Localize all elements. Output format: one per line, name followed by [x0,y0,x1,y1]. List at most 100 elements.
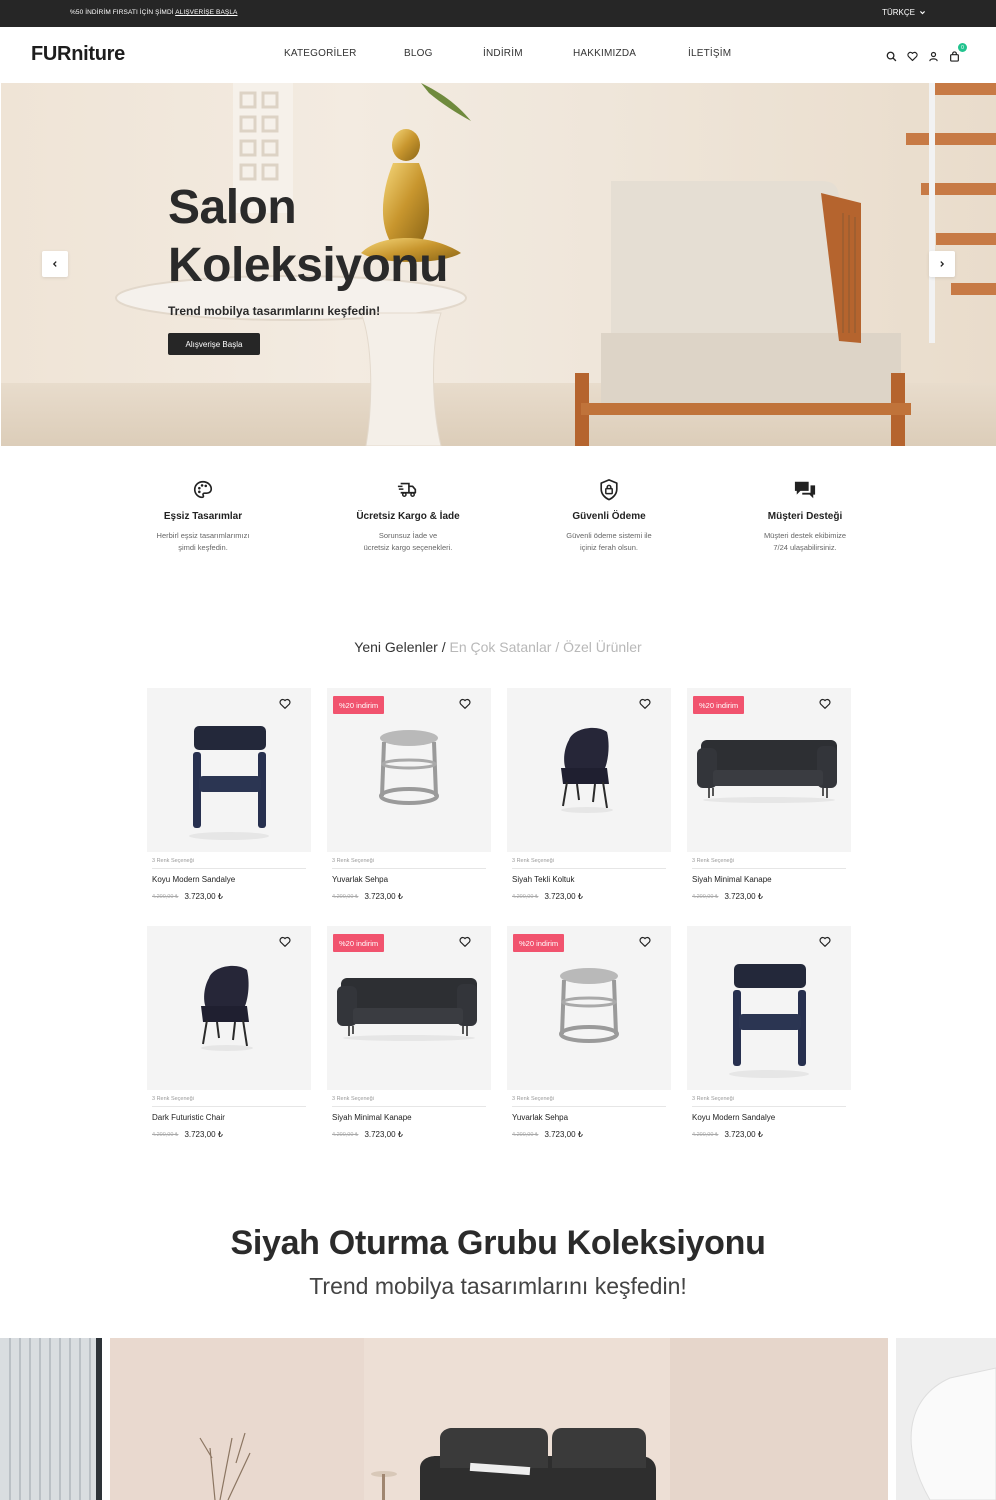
wishlist-heart-icon[interactable] [819,936,831,948]
tab-new-arrivals[interactable]: Yeni Gelenler [354,639,438,655]
feature-title: Eşsiz Tasarımlar [163,511,243,522]
product-image[interactable]: %20 indirim [327,688,491,852]
cart-button[interactable]: 0 [947,43,967,64]
product-card[interactable]: 3 Renk Seçeneği Koyu Modern Sandalye 4.200… [147,688,311,908]
wishlist-heart-icon[interactable] [279,698,291,710]
product-name[interactable]: Siyah Tekli Koltuk [507,875,671,884]
chevron-left-icon [52,261,57,267]
product-image[interactable]: %20 indirim [687,688,851,852]
tab-special-products[interactable]: Özel Ürünler [563,639,642,655]
hero-subtitle: Trend mobilya tasarımlarını keşfedin! [168,304,381,318]
divider [512,868,666,869]
heart-icon [907,51,918,62]
nav-item-contact[interactable]: İLETİŞİM [688,48,731,59]
current-price: 3.723,00 ₺ [184,1130,223,1139]
chevron-right-icon [940,261,945,267]
product-image[interactable] [687,926,851,1090]
header-actions: 0 [884,43,967,64]
old-price: 4.200,00 ₺ [152,1131,179,1138]
logo[interactable]: FURniture [31,43,125,66]
discount-badge: %20 indirim [513,934,565,952]
product-name[interactable]: Siyah Minimal Kanape [327,1113,491,1122]
feature-title: Ücretsiz Kargo & İade [356,511,460,522]
wishlist-heart-icon[interactable] [459,936,471,948]
product-name[interactable]: Dark Futuristic Chair [147,1113,311,1122]
hero-title-line1: Salon [168,181,297,234]
product-card[interactable]: 3 Renk Seçeneği Dark Futuristic Chair 4.20… [147,926,311,1146]
old-price: 4.200,00 ₺ [512,893,539,900]
product-image[interactable] [507,688,671,852]
product-name[interactable]: Koyu Modern Sandalye [687,1113,851,1122]
product-name[interactable]: Siyah Minimal Kanape [687,875,851,884]
product-name[interactable]: Yuvarlak Sehpa [507,1113,671,1122]
collection-title: Siyah Oturma Grubu Koleksiyonu [230,1224,766,1262]
price-row: 4.200,00 ₺ 3.723,00 ₺ [147,892,311,901]
color-options-label: 3 Renk Seçeneği [152,1096,194,1102]
wishlist-heart-icon[interactable] [639,698,651,710]
user-icon [929,51,938,62]
product-card[interactable]: %20 indirim 3 Renk Seçeneği Siyah Minimal … [687,688,851,908]
current-price: 3.723,00 ₺ [184,892,223,901]
product-name[interactable]: Koyu Modern Sandalye [147,875,311,884]
product-card[interactable]: 3 Renk Seçeneği Siyah Tekli Koltuk 4.200,0… [507,688,671,908]
search-button[interactable] [884,49,899,64]
wishlist-heart-icon[interactable] [279,936,291,948]
product-card[interactable]: %20 indirim 3 Renk Seçeneği Yuvarlak Sehpa… [327,688,491,908]
wishlist-heart-icon[interactable] [819,698,831,710]
slider-prev-button[interactable] [42,251,68,277]
discount-badge: %20 indirim [333,696,385,714]
color-options-label: 3 Renk Seçeneği [332,858,374,864]
product-image[interactable]: %20 indirim [327,926,491,1090]
wishlist-button[interactable] [905,49,920,64]
announcement-bar: %50 İNDİRİM FIRSATI İÇİN ŞİMDİ ALIŞVERİŞ… [0,0,996,27]
chevron-down-icon [920,11,925,15]
old-price: 4.200,00 ₺ [692,1131,719,1138]
wishlist-heart-icon[interactable] [639,936,651,948]
wishlist-heart-icon[interactable] [459,698,471,710]
slider-next-button[interactable] [929,251,955,277]
feature-desc-line2: içiniz ferah olsun. [580,543,638,552]
color-options-label: 3 Renk Seçeneği [512,858,554,864]
color-options-label: 3 Renk Seçeneği [692,1096,734,1102]
feature-desc-line2: şimdi keşfedin. [178,543,228,552]
feature-customer-support: Müşteri Desteği Müşteri destek ekibimize… [725,478,885,554]
account-button[interactable] [926,49,941,64]
nav-item-discount[interactable]: İNDİRİM [483,48,523,59]
truck-icon [397,482,417,497]
old-price: 4.200,00 ₺ [332,893,359,900]
cart-count-badge: 0 [958,43,967,52]
tab-best-sellers[interactable]: En Çok Satanlar [450,639,552,655]
feature-desc: Sorunsuz İade ve ücretsiz kargo seçenekle… [328,530,488,554]
product-image[interactable] [147,926,311,1090]
product-card[interactable]: 3 Renk Seçeneği Koyu Modern Sandalye 4.200… [687,926,851,1146]
nav-item-about[interactable]: HAKKIMIZDA [573,48,636,59]
language-selector[interactable]: TÜRKÇE [882,8,926,17]
discount-badge: %20 indirim [333,934,385,952]
product-card[interactable]: %20 indirim 3 Renk Seçeneği Siyah Minimal … [327,926,491,1146]
product-card[interactable]: %20 indirim 3 Renk Seçeneği Yuvarlak Sehpa… [507,926,671,1146]
price-row: 4.200,00 ₺ 3.723,00 ₺ [327,892,491,901]
old-price: 4.200,00 ₺ [692,893,719,900]
language-label: TÜRKÇE [882,8,915,17]
promo-link[interactable]: ALIŞVERİŞE BAŞLA [175,9,237,16]
nav-item-blog[interactable]: BLOG [404,48,433,59]
product-image[interactable] [147,688,311,852]
divider [152,1106,306,1107]
feature-secure-payment: Güvenli Ödeme Güvenli ödeme sistemi ile i… [529,478,689,554]
current-price: 3.723,00 ₺ [724,892,763,901]
divider [512,1106,666,1107]
old-price: 4.200,00 ₺ [512,1131,539,1138]
current-price: 3.723,00 ₺ [544,1130,583,1139]
feature-desc-line2: 7/24 ulaşabilirsiniz. [773,543,837,552]
divider [332,1106,486,1107]
collection-image [0,1338,996,1500]
feature-desc-line1: Herbirl eşsiz tasarımlarımızı [156,531,250,540]
feature-title: Güvenli Ödeme [572,511,646,522]
nav-item-categories[interactable]: KATEGORİLER [284,48,357,59]
product-name[interactable]: Yuvarlak Sehpa [327,875,491,884]
price-row: 4.200,00 ₺ 3.723,00 ₺ [147,1130,311,1139]
chat-icon [794,481,816,499]
product-image[interactable]: %20 indirim [507,926,671,1090]
shop-now-button[interactable]: Alışverişe Başla [168,333,260,355]
feature-desc-line1: Güvenli ödeme sistemi ile [566,531,652,540]
